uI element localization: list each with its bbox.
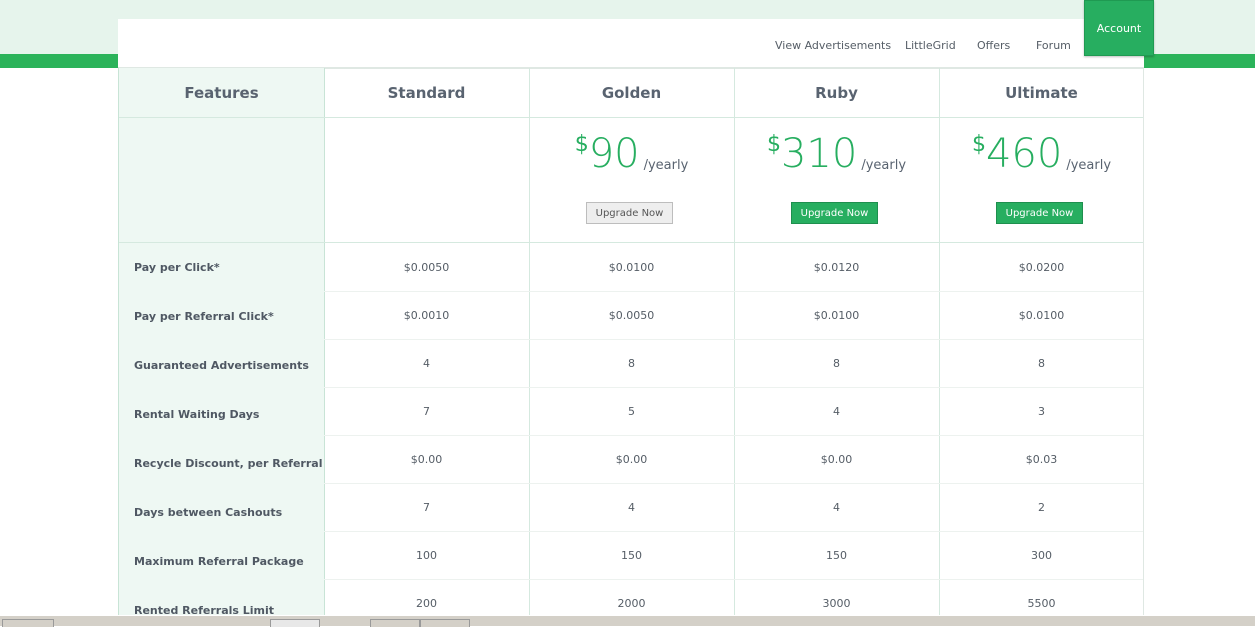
golden-price: $ 90 /yearly [529, 130, 734, 180]
row-divider [324, 435, 1143, 436]
upgrade-ruby-button[interactable]: Upgrade Now [791, 202, 878, 224]
feature-value: $0.00 [615, 453, 648, 466]
feature-value: $0.0050 [608, 309, 655, 322]
feature-label: Rental Waiting Days [134, 408, 260, 421]
nav-forum[interactable]: Forum [1036, 39, 1071, 52]
currency-symbol: $ [574, 132, 589, 157]
row-divider [324, 483, 1143, 484]
feature-value: 7 [423, 405, 430, 418]
feature-value: 7 [423, 501, 430, 514]
feature-value: $0.0100 [608, 261, 655, 274]
feature-value: $0.03 [1025, 453, 1058, 466]
feature-label: Pay per Referral Click* [134, 310, 274, 323]
upgrade-ultimate-button[interactable]: Upgrade Now [996, 202, 1083, 224]
ultimate-price: $ 460 /yearly [939, 130, 1143, 180]
taskbar-app[interactable] [270, 619, 320, 627]
account-button[interactable]: Account [1084, 0, 1154, 56]
price-period: /yearly [643, 158, 689, 173]
ruby-price: $ 310 /yearly [734, 130, 939, 180]
feature-label: Recycle Discount, per Referral [134, 457, 323, 470]
nav-offers[interactable]: Offers [977, 39, 1010, 52]
feature-label: Guaranteed Advertisements [134, 359, 309, 372]
feature-value: 150 [621, 549, 642, 562]
taskbar-app[interactable] [370, 619, 420, 627]
feature-label: Rented Referrals Limit [134, 604, 275, 615]
feature-label: Maximum Referral Package [134, 555, 304, 568]
taskbar-app[interactable] [420, 619, 470, 627]
row-divider [324, 339, 1143, 340]
feature-value: 5 [628, 405, 635, 418]
price-amount: 90 [588, 131, 640, 177]
header-standard: Standard [387, 83, 466, 102]
row-divider [324, 531, 1143, 532]
feature-value: $0.00 [410, 453, 443, 466]
feature-value: 4 [628, 501, 635, 514]
feature-value: 4 [423, 357, 430, 370]
header-ruby: Ruby [815, 83, 858, 102]
os-taskbar [0, 615, 1255, 627]
feature-value: 5500 [1027, 597, 1056, 610]
currency-symbol: $ [766, 132, 781, 157]
header-golden: Golden [601, 83, 662, 102]
row-divider [324, 579, 1143, 580]
nav-littlegrid[interactable]: LittleGrid [905, 39, 956, 52]
start-button[interactable] [2, 619, 54, 627]
feature-value: $0.0100 [813, 309, 860, 322]
pricing-table: Features Standard Golden Ruby Ultimate $… [118, 67, 1144, 615]
feature-value: 200 [416, 597, 437, 610]
feature-value: 100 [416, 549, 437, 562]
feature-value: 150 [826, 549, 847, 562]
feature-value: 2000 [617, 597, 646, 610]
feature-value: $0.00 [820, 453, 853, 466]
header-features: Features [184, 83, 259, 102]
price-period: /yearly [1066, 158, 1112, 173]
feature-value: $0.0100 [1018, 309, 1065, 322]
features-column [119, 68, 325, 615]
feature-value: $0.0050 [403, 261, 450, 274]
header-ultimate: Ultimate [1005, 83, 1078, 102]
row-divider [119, 117, 1143, 118]
feature-value: $0.0120 [813, 261, 860, 274]
feature-value: 300 [1031, 549, 1052, 562]
feature-value: 3 [1038, 405, 1045, 418]
row-divider [324, 291, 1143, 292]
feature-value: 2 [1038, 501, 1045, 514]
feature-value: $0.0010 [403, 309, 450, 322]
feature-label: Pay per Click* [134, 261, 220, 274]
price-amount: 310 [780, 131, 858, 177]
upgrade-golden-button[interactable]: Upgrade Now [586, 202, 673, 224]
nav-view-advertisements[interactable]: View Advertisements [775, 39, 891, 52]
price-amount: 460 [985, 131, 1063, 177]
top-nav: View Advertisements LittleGrid Offers Fo… [118, 19, 1144, 69]
feature-value: $0.0200 [1018, 261, 1065, 274]
feature-value: 8 [833, 357, 840, 370]
row-divider [119, 242, 1143, 243]
feature-value: 8 [628, 357, 635, 370]
price-period: /yearly [861, 158, 907, 173]
feature-value: 3000 [822, 597, 851, 610]
feature-value: 4 [833, 405, 840, 418]
currency-symbol: $ [971, 132, 986, 157]
feature-value: 4 [833, 501, 840, 514]
row-divider [324, 387, 1143, 388]
feature-label: Days between Cashouts [134, 506, 283, 519]
feature-value: 8 [1038, 357, 1045, 370]
